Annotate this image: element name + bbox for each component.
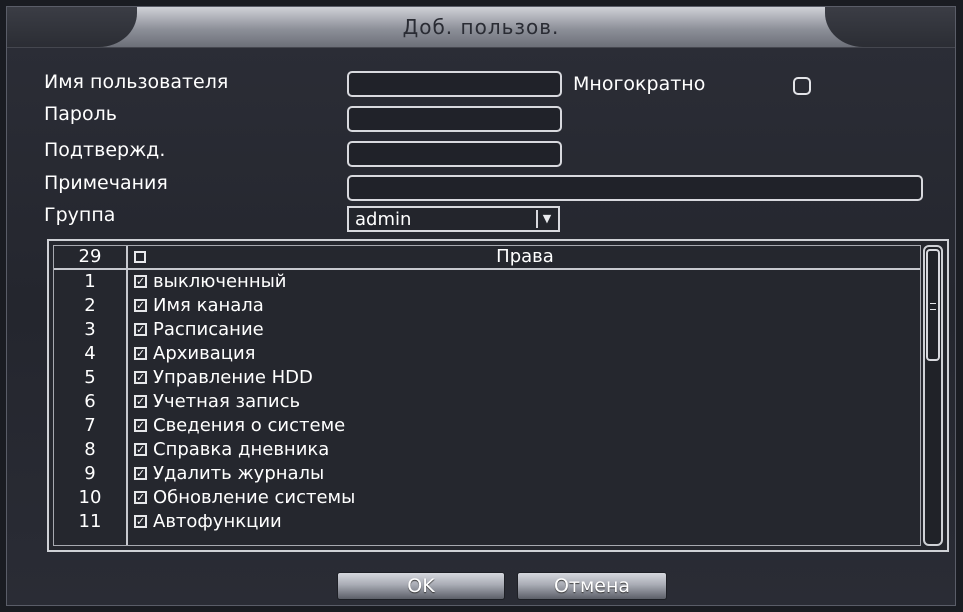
- cancel-button[interactable]: Отмена: [517, 572, 667, 600]
- group-select[interactable]: admin ▼: [347, 206, 560, 232]
- password-label: Пароль: [44, 103, 117, 125]
- row-label: Учетная запись: [153, 391, 301, 412]
- row-number: 3: [84, 319, 96, 340]
- confirm-password-label: Подтвержд.: [44, 139, 166, 161]
- rights-row[interactable]: 8 ✓ Справка дневника: [54, 438, 920, 461]
- row-number: 7: [84, 415, 96, 436]
- row-checkbox[interactable]: ✓: [134, 515, 147, 528]
- row-number: 4: [84, 343, 96, 364]
- row-label: выключенный: [153, 271, 287, 292]
- row-number: 5: [84, 367, 96, 388]
- row-label: Справка дневника: [153, 439, 330, 460]
- row-label: Удалить журналы: [153, 463, 325, 484]
- confirm-password-field[interactable]: [347, 141, 562, 167]
- row-number: 6: [84, 391, 96, 412]
- rights-count: 29: [78, 246, 102, 267]
- rights-list: 29 Права 1 ✓ выключенный 2 ✓ Имя канала …: [47, 239, 949, 552]
- row-checkbox[interactable]: ✓: [134, 299, 147, 312]
- rights-row[interactable]: 1 ✓ выключенный: [54, 270, 920, 293]
- row-number: 2: [84, 295, 96, 316]
- group-select-value: admin: [355, 209, 412, 230]
- row-label: Имя канала: [153, 295, 264, 316]
- notes-label: Примечания: [44, 172, 168, 194]
- grip-icon: [930, 303, 936, 310]
- rights-row[interactable]: 6 ✓ Учетная запись: [54, 390, 920, 413]
- row-label: Сведения о системе: [153, 415, 346, 436]
- row-checkbox[interactable]: ✓: [134, 443, 147, 456]
- password-field[interactable]: [347, 106, 562, 132]
- chevron-down-icon[interactable]: ▼: [536, 210, 556, 228]
- group-label: Группа: [44, 204, 116, 226]
- row-checkbox[interactable]: ✓: [134, 275, 147, 288]
- row-number: 1: [84, 271, 96, 292]
- notes-field[interactable]: [347, 175, 923, 201]
- rights-row[interactable]: 7 ✓ Сведения о системе: [54, 414, 920, 437]
- row-checkbox[interactable]: ✓: [134, 419, 147, 432]
- row-checkbox[interactable]: ✓: [134, 371, 147, 384]
- scrollbar-thumb[interactable]: [926, 249, 940, 361]
- rights-row[interactable]: 10 ✓ Обновление системы: [54, 486, 920, 509]
- add-user-dialog: Доб. пользов. Имя пользователя Многократ…: [6, 6, 956, 606]
- row-checkbox[interactable]: ✓: [134, 491, 147, 504]
- multi-login-checkbox[interactable]: [793, 77, 811, 95]
- username-field[interactable]: [347, 71, 562, 97]
- row-label: Расписание: [153, 319, 264, 340]
- row-number: 9: [84, 463, 96, 484]
- rights-row[interactable]: 5 ✓ Управление HDD: [54, 366, 920, 389]
- row-checkbox[interactable]: ✓: [134, 323, 147, 336]
- ok-button[interactable]: OK: [337, 572, 505, 600]
- rights-row[interactable]: 2 ✓ Имя канала: [54, 294, 920, 317]
- row-label: Автофункции: [153, 511, 282, 532]
- rights-row[interactable]: 3 ✓ Расписание: [54, 318, 920, 341]
- username-label: Имя пользователя: [44, 71, 229, 93]
- rights-table: 29 Права 1 ✓ выключенный 2 ✓ Имя канала …: [53, 245, 921, 546]
- rights-row[interactable]: 11 ✓ Автофункции: [54, 510, 920, 533]
- dialog-title: Доб. пользов.: [402, 15, 560, 39]
- rights-scrollbar[interactable]: [923, 245, 943, 546]
- row-checkbox[interactable]: ✓: [134, 467, 147, 480]
- rights-header: Права: [496, 246, 554, 267]
- row-label: Архивация: [153, 343, 256, 364]
- rights-row[interactable]: 4 ✓ Архивация: [54, 342, 920, 365]
- row-number: 8: [84, 439, 96, 460]
- row-number: 10: [78, 487, 102, 508]
- row-label: Обновление системы: [153, 487, 356, 508]
- row-label: Управление HDD: [153, 367, 313, 388]
- row-checkbox[interactable]: ✓: [134, 395, 147, 408]
- row-number: 11: [78, 511, 102, 532]
- title-bar: Доб. пользов.: [7, 7, 955, 48]
- multi-login-label: Многократно: [573, 73, 706, 95]
- row-checkbox[interactable]: ✓: [134, 347, 147, 360]
- rights-row[interactable]: 9 ✓ Удалить журналы: [54, 462, 920, 485]
